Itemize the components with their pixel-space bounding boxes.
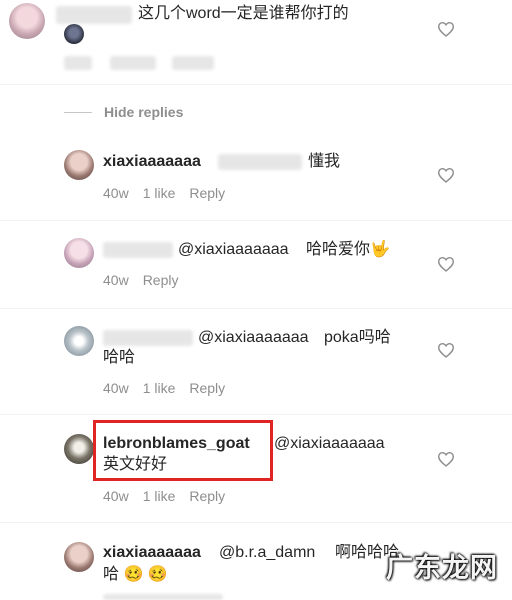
- reply-meta: 40w 1 like Reply: [103, 380, 239, 396]
- divider: [0, 308, 512, 309]
- reply-mention[interactable]: @xiaxiaaaaaaa: [274, 434, 385, 454]
- reply-text-continued: 哈 🥴 🥴: [103, 566, 168, 583]
- likes-count[interactable]: 1 like: [143, 185, 176, 201]
- avatar[interactable]: [9, 3, 45, 39]
- meta-redacted: [103, 594, 223, 600]
- reply-text: 懂我: [308, 153, 341, 170]
- reply-username[interactable]: xiaxiaaaaaaa: [103, 543, 201, 563]
- hide-replies-line: [64, 112, 92, 113]
- avatar[interactable]: [64, 542, 94, 572]
- divider: [0, 522, 512, 523]
- likes-count[interactable]: 1 like: [143, 488, 176, 504]
- reply-button[interactable]: Reply: [189, 488, 225, 504]
- reply-mention[interactable]: @xiaxiaaaaaaa: [198, 328, 309, 348]
- timestamp: 40w: [103, 272, 129, 288]
- heart-icon[interactable]: [437, 167, 455, 183]
- avatar[interactable]: [64, 238, 94, 268]
- comment-text: 这几个word一定是谁帮你打的: [138, 5, 349, 22]
- timestamp: 40w: [103, 185, 129, 201]
- username-redacted[interactable]: [103, 242, 173, 258]
- avatar[interactable]: [64, 326, 94, 356]
- timestamp: 40w: [103, 380, 129, 396]
- divider: [0, 220, 512, 221]
- reply-text: poka吗哈: [324, 329, 391, 346]
- reply-button[interactable]: Reply: [189, 185, 225, 201]
- avatar-icon: [64, 24, 84, 44]
- reply-meta: 40w 1 like Reply: [103, 185, 239, 201]
- heart-icon[interactable]: [437, 21, 455, 37]
- reply-mention[interactable]: @b.r.a_damn: [219, 543, 315, 563]
- reply-username[interactable]: xiaxiaaaaaaa: [103, 152, 201, 172]
- avatar[interactable]: [64, 434, 94, 464]
- heart-icon[interactable]: [437, 342, 455, 358]
- divider: [0, 414, 512, 415]
- reply-button[interactable]: Reply: [143, 272, 179, 288]
- username-redacted: [218, 154, 302, 170]
- divider: [0, 84, 512, 85]
- username-redacted[interactable]: [56, 6, 132, 24]
- watermark-text: 广东龙网: [386, 553, 498, 583]
- timestamp: 40w: [103, 488, 129, 504]
- reply-meta: 40w Reply: [103, 272, 192, 288]
- reply-text-continued: 哈哈: [103, 349, 136, 366]
- meta-redacted: [110, 56, 156, 70]
- highlight-box: [93, 420, 273, 481]
- reply-text: 哈哈爱你🤟: [306, 241, 390, 258]
- meta-redacted: [172, 56, 214, 70]
- reply-button[interactable]: Reply: [189, 380, 225, 396]
- avatar[interactable]: [64, 150, 94, 180]
- heart-icon[interactable]: [437, 256, 455, 272]
- hide-replies-button[interactable]: Hide replies: [104, 104, 183, 120]
- meta-redacted: [64, 56, 92, 70]
- reply-meta: 40w 1 like Reply: [103, 488, 239, 504]
- heart-icon[interactable]: [437, 451, 455, 467]
- likes-count[interactable]: 1 like: [143, 380, 176, 396]
- username-redacted[interactable]: [103, 330, 193, 346]
- reply-mention[interactable]: @xiaxiaaaaaaa: [178, 240, 289, 260]
